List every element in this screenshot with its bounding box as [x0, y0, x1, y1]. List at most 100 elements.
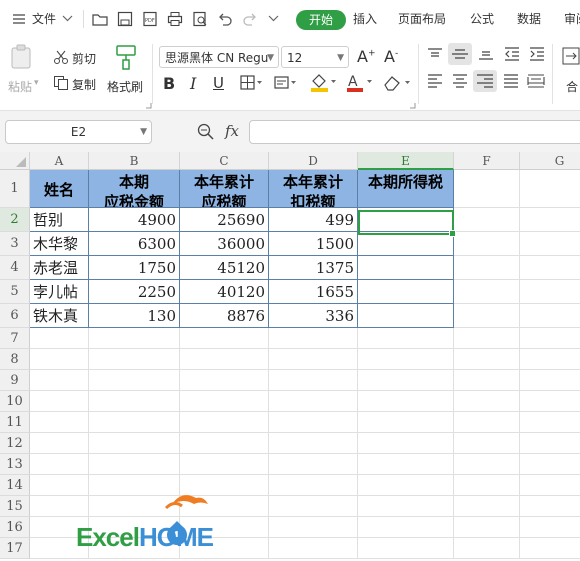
empty-cell[interactable] [454, 517, 520, 538]
cell-name[interactable]: 哲别 [30, 208, 89, 232]
chevron-down-icon[interactable] [62, 13, 73, 27]
merge-center-button[interactable]: 合 [566, 78, 578, 95]
empty-cell[interactable] [30, 433, 89, 454]
italic-icon[interactable]: I [190, 74, 196, 93]
header-cell-ytd-taxable[interactable]: 本年累计 应税额 [180, 170, 269, 208]
empty-cell[interactable] [358, 370, 454, 391]
bold-icon[interactable]: B [163, 74, 175, 93]
row-header-11[interactable]: 11 [0, 412, 30, 433]
cell-current-tax[interactable] [358, 232, 454, 256]
empty-cell[interactable] [358, 496, 454, 517]
empty-cell[interactable] [30, 412, 89, 433]
column-header-c[interactable]: C [180, 152, 269, 170]
undo-icon[interactable] [217, 11, 233, 30]
distributed-align-icon[interactable] [527, 74, 545, 91]
empty-cell[interactable] [30, 349, 89, 370]
cell-name[interactable]: 孛儿帖 [30, 280, 89, 304]
fill-color-icon[interactable] [310, 73, 336, 96]
quick-access-dropdown-icon[interactable] [268, 13, 279, 27]
empty-cell[interactable] [180, 328, 269, 349]
cell-current-taxable[interactable]: 4900 [89, 208, 180, 232]
empty-cell[interactable] [30, 370, 89, 391]
cell-ytd-taxable[interactable]: 36000 [180, 232, 269, 256]
align-center-icon[interactable] [452, 74, 468, 91]
row-header-15[interactable]: 15 [0, 496, 30, 517]
conditional-format-icon[interactable] [274, 75, 296, 94]
empty-cell[interactable] [89, 370, 180, 391]
empty-cell[interactable] [269, 538, 358, 559]
tab-formulas[interactable]: 公式 [470, 0, 494, 38]
empty-cell[interactable] [269, 475, 358, 496]
empty-cell[interactable] [30, 391, 89, 412]
cell-current-tax[interactable] [358, 256, 454, 280]
empty-cell[interactable] [520, 475, 580, 496]
empty-cell[interactable] [358, 454, 454, 475]
row-header-10[interactable]: 10 [0, 391, 30, 412]
export-pdf-icon[interactable]: PDF [142, 11, 158, 30]
cell-current-taxable[interactable]: 2250 [89, 280, 180, 304]
align-right-icon[interactable] [473, 70, 497, 92]
fx-icon[interactable]: fx [225, 122, 239, 140]
active-cell-border[interactable] [358, 210, 456, 237]
cell-name[interactable]: 铁木真 [30, 304, 89, 328]
empty-cell[interactable] [520, 232, 580, 256]
increase-font-icon[interactable]: A+ [357, 47, 376, 66]
empty-cell[interactable] [269, 370, 358, 391]
font-name-select[interactable]: 思源黑体 CN Regu ▼ [159, 46, 279, 68]
paste-button[interactable]: 粘贴 [8, 78, 32, 95]
row-header-14[interactable]: 14 [0, 475, 30, 496]
paste-icon[interactable] [8, 44, 34, 73]
empty-cell[interactable] [520, 256, 580, 280]
row-header-6[interactable]: 6 [0, 304, 30, 328]
empty-cell[interactable] [358, 475, 454, 496]
cell-ytd-taxable[interactable]: 8876 [180, 304, 269, 328]
row-header-7[interactable]: 7 [0, 328, 30, 349]
empty-cell[interactable] [358, 433, 454, 454]
align-bottom-icon[interactable] [478, 47, 494, 64]
empty-cell[interactable] [454, 475, 520, 496]
row-header-1[interactable]: 1 [0, 170, 30, 208]
empty-cell[interactable] [269, 496, 358, 517]
row-header-12[interactable]: 12 [0, 433, 30, 454]
empty-cell[interactable] [269, 433, 358, 454]
formula-input[interactable] [249, 120, 580, 144]
print-icon[interactable] [167, 11, 183, 30]
empty-cell[interactable] [454, 349, 520, 370]
increase-indent-icon[interactable] [529, 47, 545, 64]
font-color-icon[interactable]: A [346, 73, 372, 96]
empty-cell[interactable] [454, 208, 520, 232]
cut-button[interactable]: 剪切 [72, 50, 96, 67]
format-painter-button[interactable]: 格式刷 [107, 78, 143, 95]
zoom-magnifier-icon[interactable] [197, 123, 215, 144]
column-header-a[interactable]: A [30, 152, 89, 170]
cell-ytd-deducted[interactable]: 336 [269, 304, 358, 328]
empty-cell[interactable] [520, 170, 580, 208]
align-left-icon[interactable] [427, 74, 443, 91]
row-header-4[interactable]: 4 [0, 256, 30, 280]
tab-data[interactable]: 数据 [517, 0, 541, 38]
cell-current-taxable[interactable]: 1750 [89, 256, 180, 280]
tab-insert[interactable]: 插入 [353, 0, 377, 38]
empty-cell[interactable] [358, 349, 454, 370]
empty-cell[interactable] [454, 538, 520, 559]
column-header-g[interactable]: G [520, 152, 580, 170]
row-header-8[interactable]: 8 [0, 349, 30, 370]
empty-cell[interactable] [454, 433, 520, 454]
align-top-icon[interactable] [427, 47, 443, 64]
empty-cell[interactable] [520, 370, 580, 391]
empty-cell[interactable] [89, 454, 180, 475]
header-cell-current-taxable[interactable]: 本期 应税金额 [89, 170, 180, 208]
empty-cell[interactable] [520, 349, 580, 370]
empty-cell[interactable] [180, 433, 269, 454]
cell-current-taxable[interactable]: 6300 [89, 232, 180, 256]
empty-cell[interactable] [89, 391, 180, 412]
tab-page-layout[interactable]: 页面布局 [398, 0, 446, 38]
column-header-d[interactable]: D [269, 152, 358, 170]
spreadsheet-grid[interactable]: A B C D E F G 1 2 3 4 5 6 7 8 9 10 11 12 13 14 15 16 17 姓名 本期 应税金额… [0, 152, 580, 561]
empty-cell[interactable] [454, 256, 520, 280]
hamburger-icon[interactable] [12, 12, 26, 29]
header-cell-current-tax[interactable]: 本期所得税 [358, 170, 454, 208]
column-header-e[interactable]: E [358, 152, 454, 170]
clear-format-icon[interactable] [382, 74, 410, 95]
font-size-select[interactable]: 12 ▼ [281, 46, 349, 68]
